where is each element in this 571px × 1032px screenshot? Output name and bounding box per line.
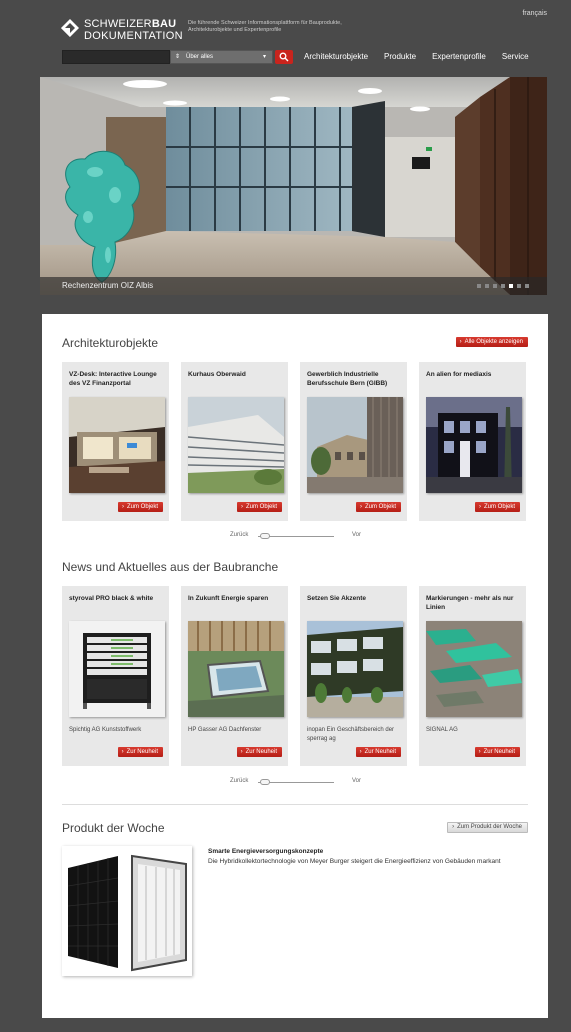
kurhaus-photo — [188, 397, 284, 493]
nav-expertenprofile[interactable]: Expertenprofile — [432, 52, 486, 66]
hero-slideshow[interactable]: Rechenzentrum OIZ Albis — [40, 77, 547, 295]
slide-dot[interactable] — [477, 284, 481, 288]
all-objects-button[interactable]: Alle Objekte anzeigen — [455, 337, 528, 347]
logo-diamond-icon — [61, 19, 79, 37]
nav-produkte[interactable]: Produkte — [384, 52, 416, 66]
search-scope-select[interactable]: ⇕ Über alles ▾ — [170, 50, 273, 64]
card-image[interactable] — [426, 397, 522, 493]
news-card[interactable]: In Zukunft Energie sparen HP Gasser AG D… — [181, 586, 288, 766]
news-card[interactable]: styroval PRO black & white Spichtig AG K… — [62, 586, 169, 766]
cabinet-photo — [69, 621, 165, 717]
slider-handle[interactable] — [260, 533, 270, 539]
card-title: styroval PRO black & white — [69, 595, 154, 602]
card-title: Setzen Sie Akzente — [307, 595, 367, 602]
slider-forward-link[interactable]: Vor — [352, 532, 361, 538]
slide-dot[interactable] — [525, 284, 529, 288]
slider-back-link[interactable]: Zurück — [230, 778, 248, 784]
slide-dot[interactable] — [485, 284, 489, 288]
card-image[interactable] — [69, 397, 165, 493]
section-title-news: News und Aktuelles aus der Baubranche — [62, 560, 279, 574]
search-bar: ⇕ Über alles ▾ — [62, 50, 293, 65]
news-carousel-slider[interactable]: Zurück Vor — [230, 778, 366, 788]
slide-dot-active[interactable] — [509, 284, 513, 288]
card-title: Kurhaus Oberwaid — [188, 371, 246, 378]
product-image[interactable] — [62, 846, 192, 976]
news-source: SIGNAL AG — [426, 727, 458, 733]
slider-handle[interactable] — [260, 779, 270, 785]
chevron-down-icon: ▾ — [262, 54, 266, 60]
zum-objekt-button[interactable]: Zum Objekt — [236, 502, 282, 512]
section-divider — [62, 804, 528, 805]
hero-caption: Rechenzentrum OIZ Albis — [62, 281, 154, 290]
logo-text-line1: SCHWEIZERBAU — [84, 18, 177, 30]
slider-forward-link[interactable]: Vor — [352, 778, 361, 784]
section-title-produkt-der-woche: Produkt der Woche — [62, 821, 165, 835]
arch-card[interactable]: Gewerblich Industrielle Berufsschule Ber… — [300, 362, 407, 521]
sort-arrows-icon: ⇕ — [175, 54, 181, 60]
search-icon — [279, 52, 289, 62]
lounge-photo — [69, 397, 165, 493]
solar-panel-photo — [62, 846, 192, 976]
search-button[interactable] — [275, 50, 293, 64]
card-image[interactable] — [426, 621, 522, 717]
markings-photo — [426, 621, 522, 717]
arch-card[interactable]: Kurhaus Oberwaid Zum Objekt — [181, 362, 288, 521]
card-image[interactable] — [188, 621, 284, 717]
card-title: VZ-Desk: Interactive Lounge des VZ Finan… — [69, 371, 157, 387]
card-title: An alien for mediaxis — [426, 371, 492, 378]
arch-carousel-slider[interactable]: Zurück Vor — [230, 532, 366, 542]
news-source: inopan Ein Geschäftsbereich der sperrag … — [307, 727, 395, 742]
nav-architekturobjekte[interactable]: Architekturobjekte — [304, 52, 368, 66]
product-description: Die Hybridkollektortechnologie von Meyer… — [208, 858, 501, 865]
site-logo[interactable]: SCHWEIZERBAU DOKUMENTATION — [60, 16, 183, 44]
slider-back-link[interactable]: Zurück — [230, 532, 248, 538]
skylight-photo — [188, 621, 284, 717]
slide-indicator — [477, 284, 529, 288]
slide-dot[interactable] — [517, 284, 521, 288]
card-title: In Zukunft Energie sparen — [188, 595, 269, 602]
card-title: Markierungen - mehr als nur Linien — [426, 595, 514, 611]
zur-neuheit-button[interactable]: Zur Neuheit — [355, 747, 401, 757]
news-source: HP Gasser AG Dachfenster — [188, 727, 262, 733]
arch-card[interactable]: An alien for mediaxis Zum Objekt — [419, 362, 526, 521]
zum-objekt-button[interactable]: Zum Objekt — [355, 502, 401, 512]
card-image[interactable] — [69, 621, 165, 717]
facade-photo — [307, 621, 403, 717]
hero-image — [40, 77, 547, 295]
produkt-der-woche-button[interactable]: Zum Produkt der Woche — [447, 822, 528, 833]
nav-service[interactable]: Service — [502, 52, 529, 66]
zur-neuheit-button[interactable]: Zur Neuheit — [117, 747, 163, 757]
arch-card[interactable]: VZ-Desk: Interactive Lounge des VZ Finan… — [62, 362, 169, 521]
slide-dot[interactable] — [493, 284, 497, 288]
card-image[interactable] — [307, 621, 403, 717]
gibb-photo — [307, 397, 403, 493]
hero-caption-bar: Rechenzentrum OIZ Albis — [40, 277, 547, 295]
zur-neuheit-button[interactable]: Zur Neuheit — [474, 747, 520, 757]
site-tagline: Die führende Schweizer Informationsplatt… — [188, 20, 342, 33]
zum-objekt-button[interactable]: Zum Objekt — [117, 502, 163, 512]
slide-dot[interactable] — [501, 284, 505, 288]
news-card[interactable]: Markierungen - mehr als nur Linien SIGNA… — [419, 586, 526, 766]
main-content: Architekturobjekte Alle Objekte anzeigen… — [42, 314, 548, 1018]
search-scope-value: Über alles — [186, 54, 214, 60]
card-title: Gewerblich Industrielle Berufsschule Ber… — [307, 371, 388, 387]
main-navigation: Architekturobjekte Produkte Expertenprof… — [304, 52, 529, 66]
site-header: SCHWEIZERBAU DOKUMENTATION Die führende … — [60, 16, 560, 46]
section-title-architekturobjekte: Architekturobjekte — [62, 336, 159, 350]
zur-neuheit-button[interactable]: Zur Neuheit — [236, 747, 282, 757]
product-title: Smarte Energieversorgungskonzepte — [208, 848, 324, 855]
zum-objekt-button[interactable]: Zum Objekt — [474, 502, 520, 512]
mediaxis-photo — [426, 397, 522, 493]
news-card[interactable]: Setzen Sie Akzente inopan Ein Geschäftsb… — [300, 586, 407, 766]
card-image[interactable] — [188, 397, 284, 493]
card-image[interactable] — [307, 397, 403, 493]
news-source: Spichtig AG Kunststoffwerk — [69, 727, 142, 733]
logo-text-line2: DOKUMENTATION — [84, 30, 183, 42]
search-input[interactable] — [62, 50, 170, 64]
